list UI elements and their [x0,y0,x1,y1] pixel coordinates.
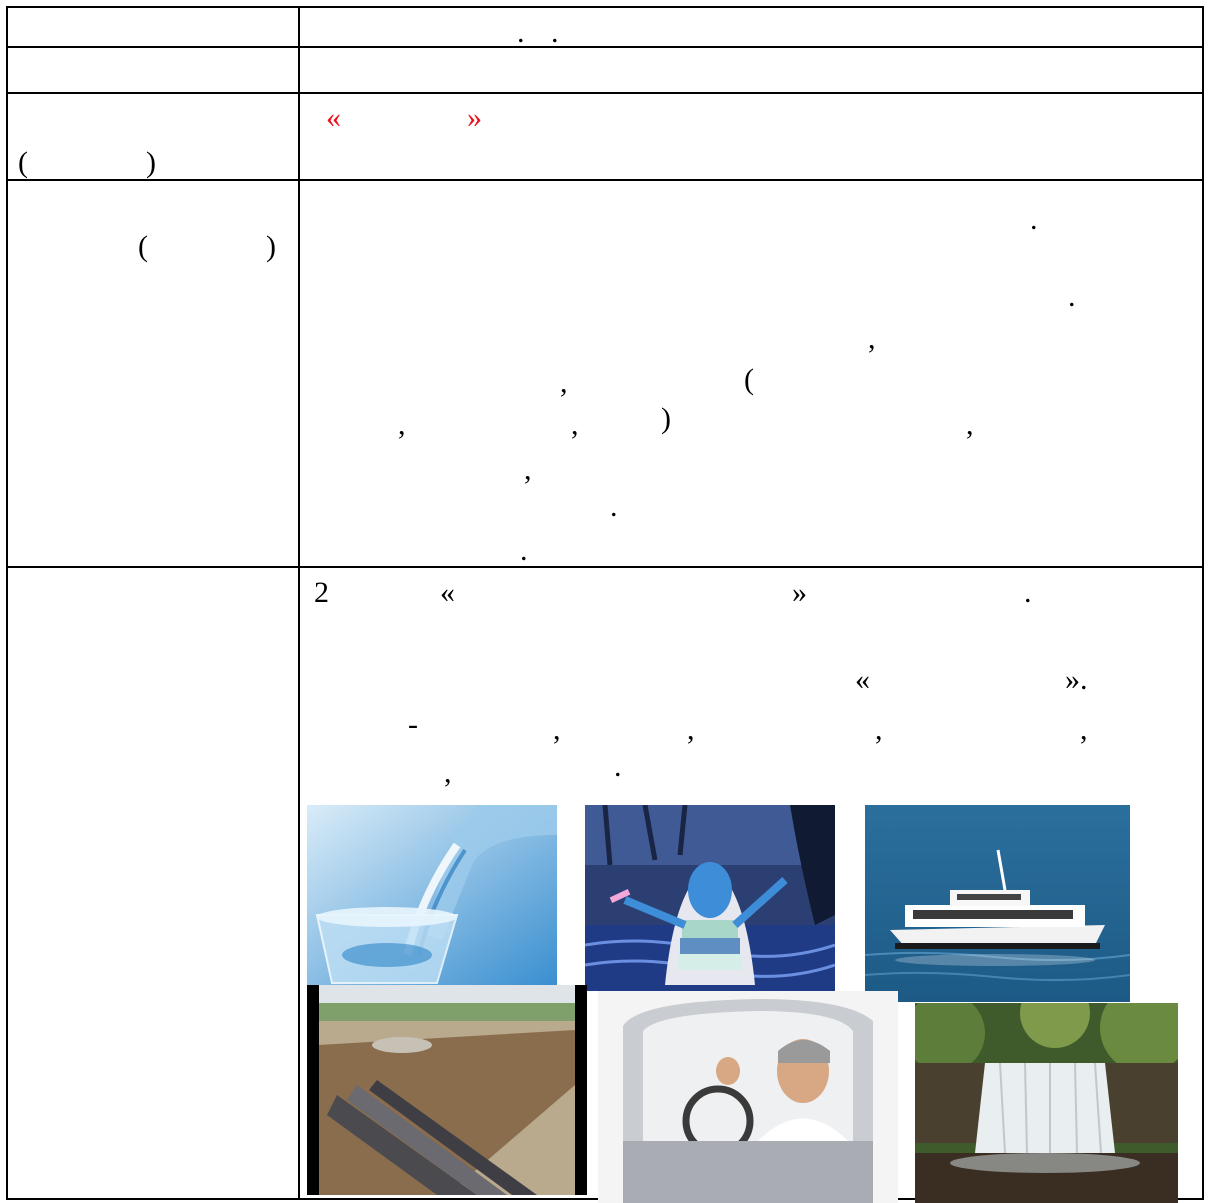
row4-mark-1: . [1030,203,1038,236]
row-divider-2 [6,92,1204,94]
waterfall-image [915,1003,1178,1203]
row5-comma-1: , [553,713,561,746]
row4-mark-7: , [571,408,579,441]
row5-period-1: . [1024,576,1032,609]
row5-number: 2 [314,576,329,609]
row3-paren-close: ) [146,146,156,179]
table-border-left [6,6,8,1200]
row4-mark-2: . [1068,280,1076,313]
row5-comma-2: , [687,713,695,746]
row5-comma-4: , [1080,713,1088,746]
river-boat-image [865,805,1130,1002]
man-in-car-image [598,991,898,1203]
row-divider-1 [6,46,1204,48]
water-pouring-image [307,805,557,985]
water-spirit-cartoon-image [585,805,835,991]
row4-mark-3: , [868,322,876,355]
row5-quote-open-2: « [855,663,870,696]
row4-mark-8: ) [661,402,671,435]
row1-mark-2: . [551,16,559,49]
row5-quote-close-2: ». [1065,663,1088,696]
row5-period-2: . [614,750,622,783]
row4-mark-9: , [966,408,974,441]
row4-left-paren-close: ) [266,230,276,263]
row4-mark-6: , [398,408,406,441]
column-divider [298,6,300,1200]
row5-comma-3: , [875,713,883,746]
row-divider-4 [6,566,1204,568]
row4-mark-10: , [524,453,532,486]
row3-quote-close: » [467,101,482,134]
row4-mark-4: , [560,366,568,399]
row5-dash: - [408,708,418,741]
row1-mark-1: . [517,16,525,49]
table-border-top [6,6,1204,8]
row5-comma-5: , [444,756,452,789]
table-border-right [1202,6,1204,1200]
row3-paren-open: ( [18,146,28,179]
row3-quote-open: « [326,101,341,134]
row5-quote-open-1: « [440,576,455,609]
row4-mark-12: . [520,534,528,567]
row4-mark-11: . [610,490,618,523]
row4-mark-5: ( [744,363,754,396]
row5-quote-close-1: » [792,576,807,609]
water-pipes-trench-image [307,985,587,1195]
row4-left-paren-open: ( [138,230,148,263]
row-divider-3 [6,179,1204,181]
